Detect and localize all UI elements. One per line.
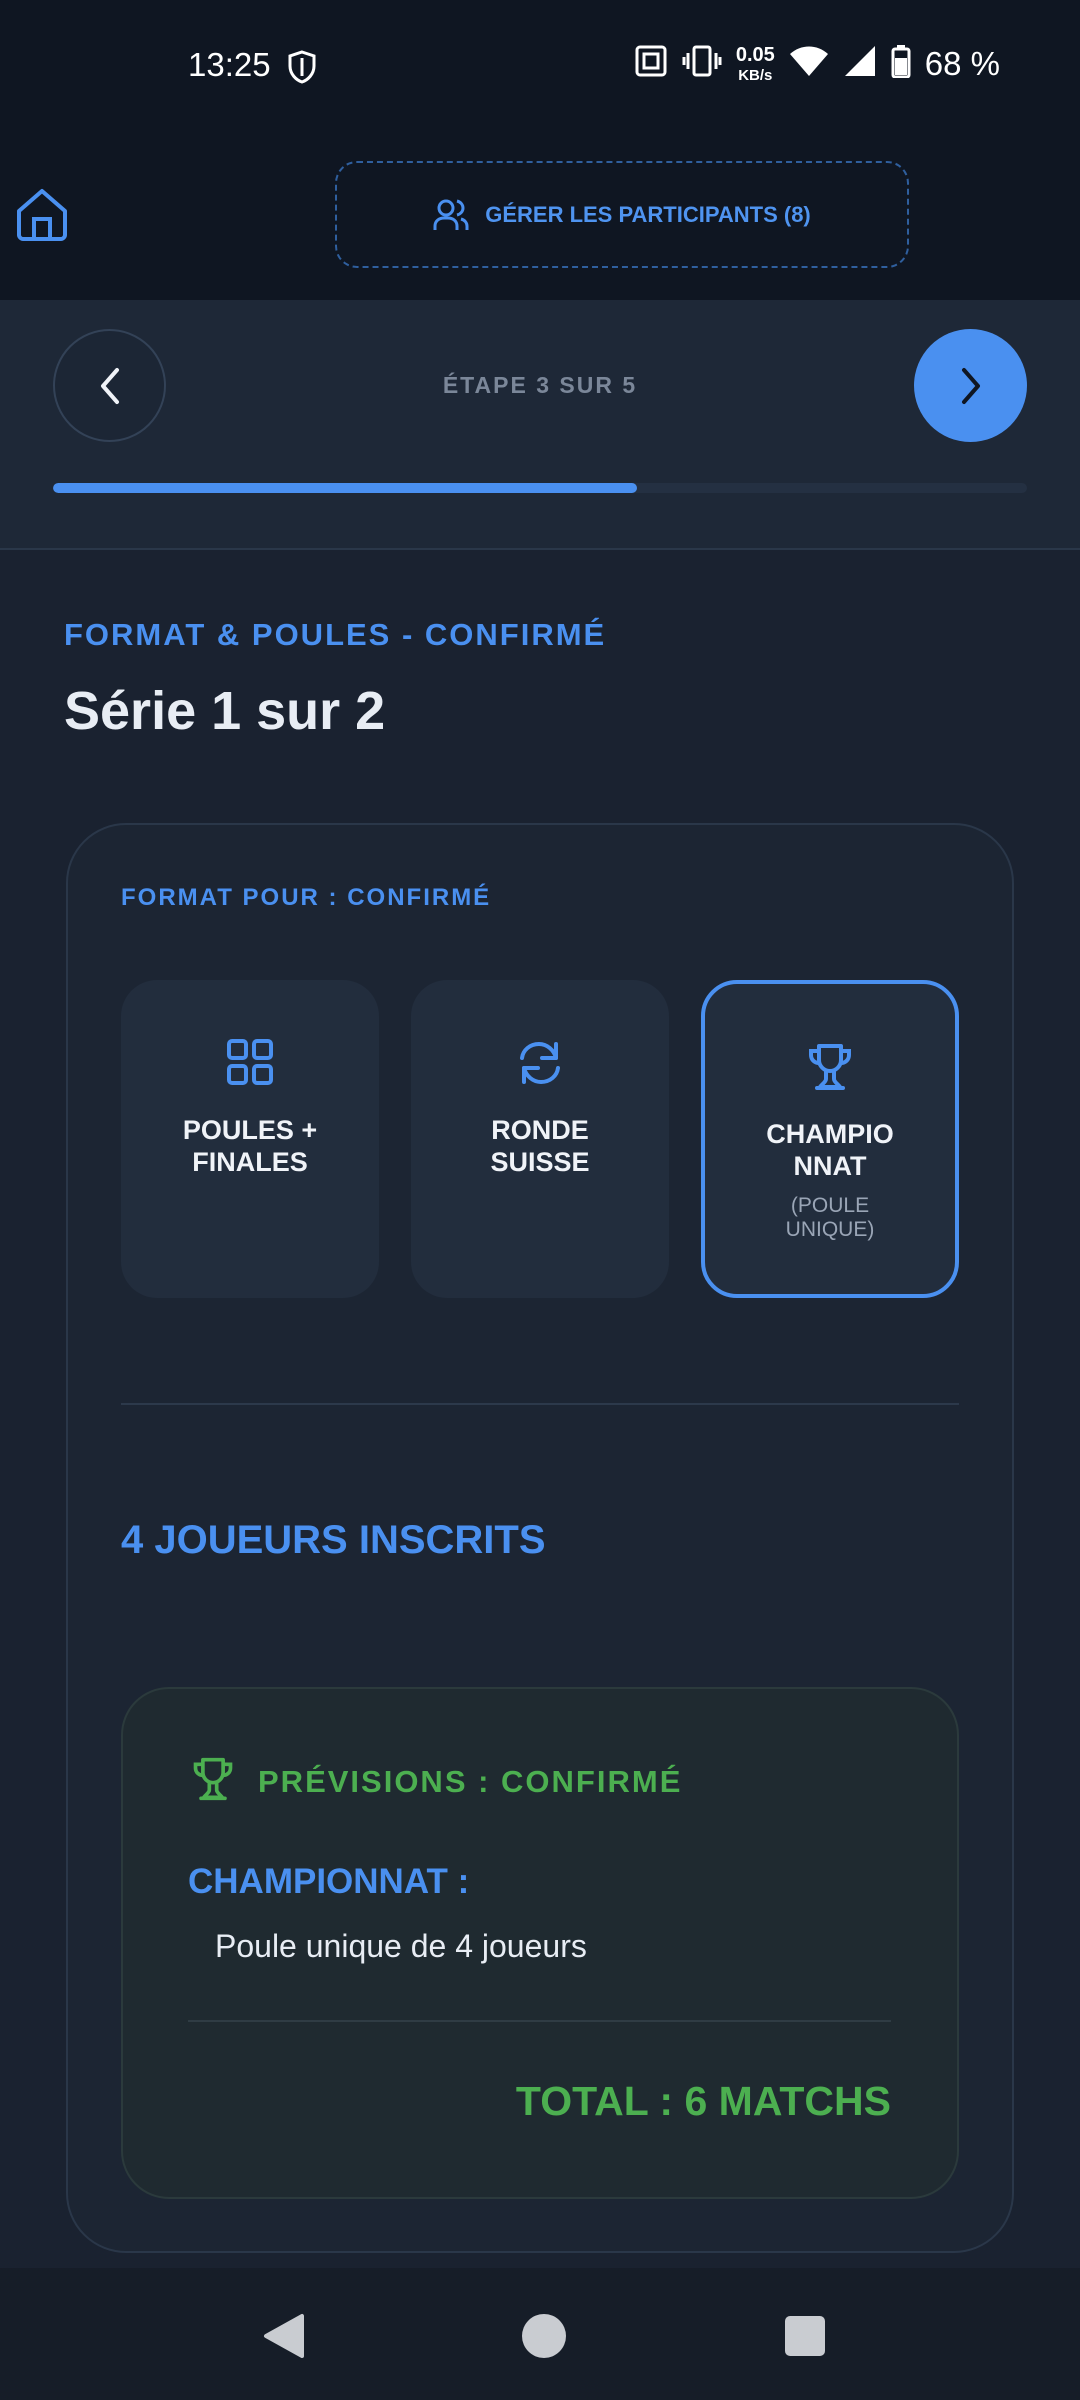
nav-back-button[interactable] (262, 2313, 306, 2364)
nav-home-button[interactable] (522, 2314, 566, 2358)
back-triangle-icon (264, 2314, 304, 2358)
divider (188, 2020, 891, 2022)
format-option-championship[interactable]: CHAMPIO NNAT (POULE UNIQUE) (701, 980, 959, 1298)
step-progress-fill (53, 483, 638, 493)
trophy-icon (805, 1042, 855, 1096)
wifi-icon (789, 45, 829, 82)
prediction-header: PRÉVISIONS : CONFIRMÉ (190, 1756, 682, 1807)
stepper (0, 300, 1080, 550)
nav-recents-button[interactable] (785, 2316, 825, 2356)
format-option-label: POULES + FINALES (182, 1115, 318, 1177)
vibrate-icon (682, 44, 722, 83)
net-speed-value: 0.05 (735, 43, 775, 66)
battery-level: 68 % (924, 44, 1000, 82)
players-count: 4 JOUEURS INSCRITS (121, 1518, 546, 1562)
refresh-icon (515, 1038, 565, 1092)
home-button[interactable] (14, 186, 70, 242)
net-speed-unit: KB/s (738, 66, 773, 84)
signal-icon (843, 45, 877, 82)
format-card-kicker: FORMAT POUR : CONFIRMÉ (121, 884, 492, 911)
prediction-type: CHAMPIONNAT : (188, 1862, 470, 1901)
manage-participants-button[interactable]: GÉRER LES PARTICIPANTS (8) (335, 161, 909, 268)
status-icons: 0.05 KB/s 68 % (634, 44, 1000, 83)
nfc-icon (634, 44, 668, 83)
prediction-description: Poule unique de 4 joueurs (215, 1928, 587, 1964)
chevron-right-icon (961, 367, 980, 404)
prediction-title: PRÉVISIONS : CONFIRMÉ (258, 1763, 683, 1799)
format-option-pools-finals[interactable]: POULES + FINALES (121, 980, 379, 1298)
divider (121, 1403, 959, 1405)
format-option-label: RONDE SUISSE (490, 1115, 590, 1177)
grid-icon (226, 1038, 274, 1092)
trophy-icon (190, 1756, 236, 1807)
home-icon (17, 189, 67, 241)
section-kicker: FORMAT & POULES - CONFIRMÉ (64, 617, 607, 652)
next-step-button[interactable] (914, 329, 1027, 442)
users-icon (433, 199, 469, 230)
step-progress-bar (53, 483, 1027, 493)
manage-participants-label: GÉRER LES PARTICIPANTS (8) (485, 201, 811, 227)
prediction-total: TOTAL : 6 MATCHS (515, 2078, 891, 2124)
format-option-swiss[interactable]: RONDE SUISSE (411, 980, 669, 1298)
format-option-sublabel: (POULE UNIQUE) (785, 1194, 875, 1241)
status-time: 13:25 (188, 46, 271, 83)
format-option-label: CHAMPIO NNAT (766, 1119, 894, 1181)
battery-icon (891, 44, 911, 83)
page-title: Série 1 sur 2 (64, 681, 386, 741)
net-speed: 0.05 KB/s (736, 45, 775, 83)
shield-icon (287, 50, 317, 89)
